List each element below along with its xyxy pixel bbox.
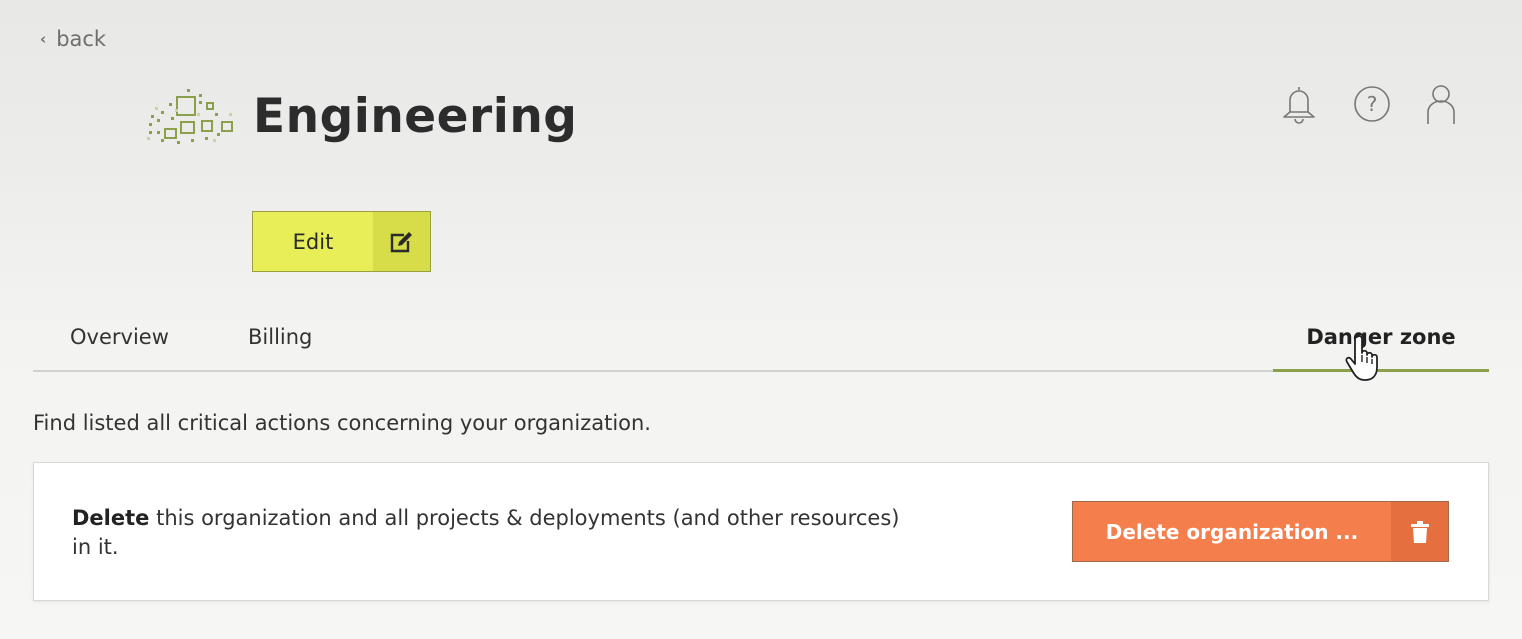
svg-text:?: ? [1367,92,1378,116]
delete-organization-button[interactable]: Delete organization ... [1072,501,1449,562]
tab-overview-label: Overview [70,325,169,349]
danger-zone-description: Find listed all critical actions concern… [33,411,651,435]
tab-danger-zone[interactable]: Danger zone [1273,320,1489,372]
tab-billing[interactable]: Billing [248,320,312,372]
tab-billing-label: Billing [248,325,313,349]
user-icon[interactable] [1424,84,1458,126]
header-actions: ? [1278,84,1468,128]
edit-button-label: Edit [292,229,334,254]
back-link[interactable]: ‹ back [40,26,106,52]
help-circle-icon[interactable]: ? [1352,84,1392,124]
delete-organization-card: Delete this organization and all project… [33,462,1489,601]
delete-organization-text: Delete this organization and all project… [72,504,922,562]
bell-icon[interactable] [1280,84,1318,124]
tab-danger-zone-label: Danger zone [1306,325,1456,349]
delete-description: this organization and all projects & dep… [72,506,900,559]
trash-icon [1391,502,1448,561]
tab-overview[interactable]: Overview [70,320,169,372]
edit-icon [373,212,430,271]
delete-organization-button-label: Delete organization ... [1105,519,1359,544]
tab-bar: Overview Billing Danger zone [33,320,1489,372]
edit-button[interactable]: Edit [252,211,431,272]
organization-logo-icon [147,89,233,144]
page-title: Engineering [253,89,578,144]
back-label: back [56,27,107,51]
delete-emphasis: Delete [72,506,150,530]
chevron-left-icon: ‹ [40,30,47,48]
